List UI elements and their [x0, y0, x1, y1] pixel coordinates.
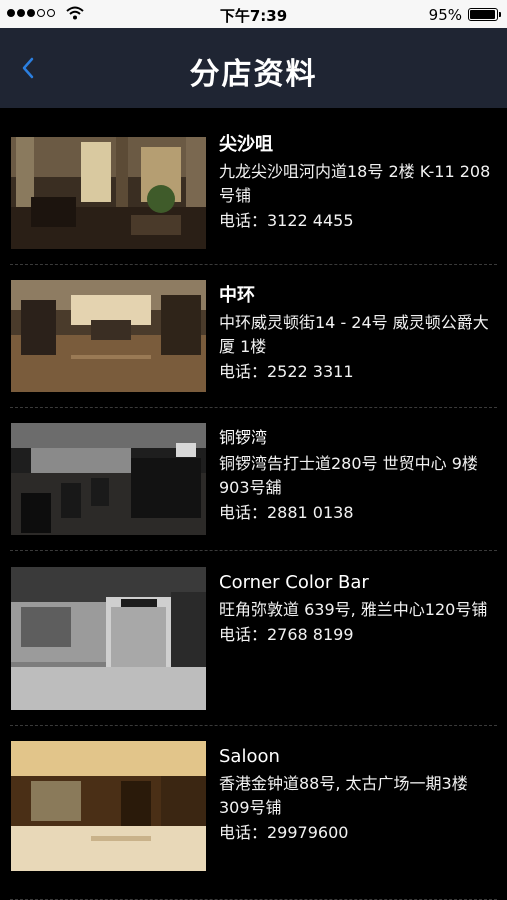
store-name: 铜锣湾 [219, 428, 268, 447]
store-address: 旺角弥敦道 639号, 雅兰中心120号铺 [219, 600, 488, 619]
store-phone[interactable]: 电话：2768 8199 [219, 623, 495, 647]
store-address: 中环威灵顿街14 - 24号 威灵顿公爵大厦 1楼 [219, 313, 489, 356]
store-item[interactable]: 铜锣湾 铜锣湾告打士道280号 世贸中心 9楼 903号舖 电话：2881 01… [0, 408, 507, 551]
store-photo [11, 280, 206, 392]
store-name: Saloon [219, 746, 280, 767]
store-phone[interactable]: 电话：3122 4455 [219, 209, 495, 233]
store-name: 尖沙咀 [219, 134, 273, 155]
store-name: 中环 [219, 285, 255, 306]
store-address: 铜锣湾告打士道280号 世贸中心 9楼 903号舖 [219, 454, 478, 497]
store-phone[interactable]: 电话：29979600 [219, 821, 495, 845]
store-address: 香港金钟道88号, 太古广场一期3楼309号铺 [219, 774, 468, 817]
battery-icon [468, 8, 501, 21]
store-address: 九龙尖沙咀河内道18号 2楼 K-11 208号铺 [219, 162, 491, 205]
status-bar: 下午7:39 95% [0, 0, 507, 28]
store-photo [11, 741, 206, 871]
store-photo [11, 137, 206, 249]
store-name: Corner Color Bar [219, 572, 369, 593]
store-list[interactable]: 尖沙咀 九龙尖沙咀河内道18号 2楼 K-11 208号铺 电话：3122 44… [0, 108, 507, 900]
store-phone[interactable]: 电话：2522 3311 [219, 360, 495, 384]
page-title: 分店资料 [189, 57, 318, 92]
store-item[interactable]: Saloon 香港金钟道88号, 太古广场一期3楼309号铺 电话：299796… [0, 726, 507, 900]
store-item[interactable]: 中环 中环威灵顿街14 - 24号 威灵顿公爵大厦 1楼 电话：2522 331… [0, 265, 507, 408]
nav-bar: 分店资料 [0, 28, 507, 108]
store-item[interactable]: 尖沙咀 九龙尖沙咀河内道18号 2楼 K-11 208号铺 电话：3122 44… [0, 108, 507, 265]
battery-percentage: 95% [428, 6, 462, 24]
store-photo [11, 423, 206, 535]
store-phone[interactable]: 电话：2881 0138 [219, 501, 495, 525]
store-item[interactable]: Corner Color Bar 旺角弥敦道 639号, 雅兰中心120号铺 电… [0, 551, 507, 726]
store-photo [11, 567, 206, 710]
